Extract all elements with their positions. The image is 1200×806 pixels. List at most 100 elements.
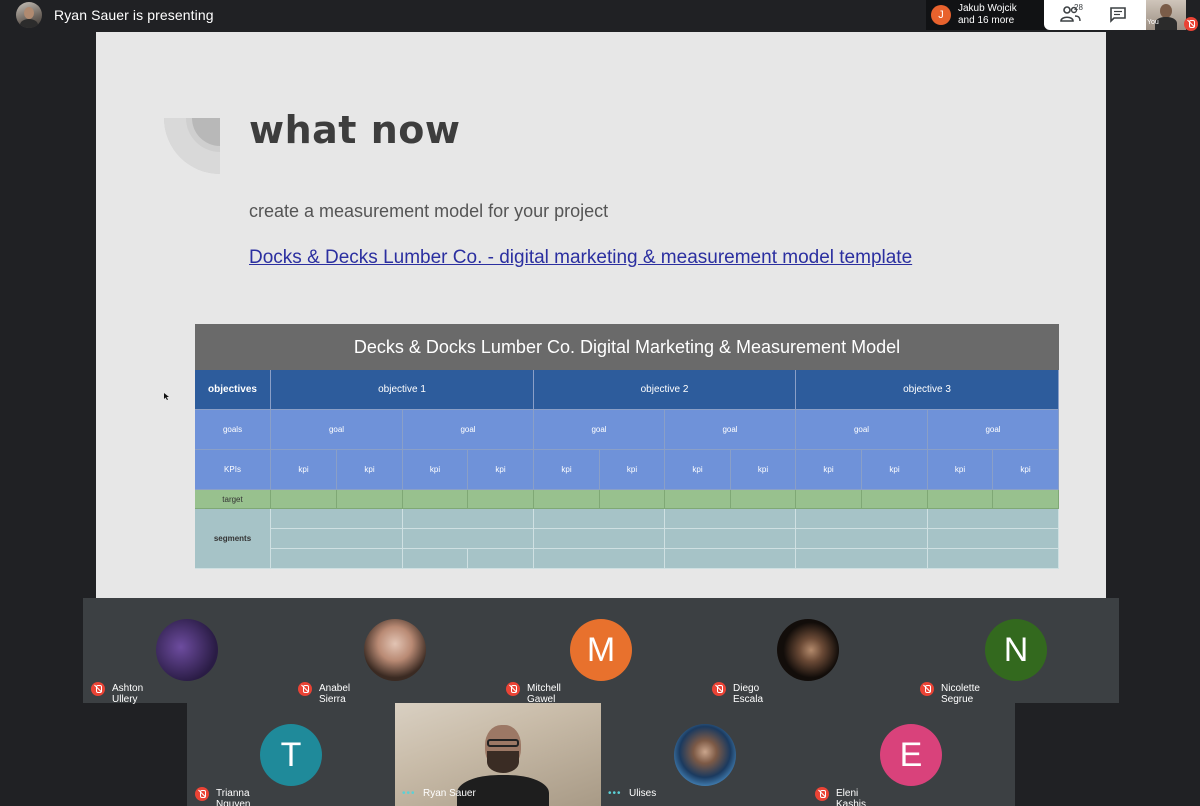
participant-name: Nicolette Segrue	[941, 683, 980, 705]
segment-cell	[403, 509, 534, 529]
segment-cell	[665, 529, 796, 549]
presenting-status: Ryan Sauer is presenting	[54, 7, 214, 23]
presentation-slide: what now create a measurement model for …	[96, 32, 1106, 600]
objective-cell: objective 2	[534, 370, 796, 410]
slide-title: what now	[249, 108, 461, 152]
joined-user-name: Jakub Wojcik	[958, 3, 1017, 14]
goal-cell: goal	[928, 410, 1059, 450]
kpi-cell: kpi	[731, 450, 796, 490]
mic-off-icon	[298, 682, 312, 696]
self-label: You	[1147, 19, 1159, 26]
slide-logo-shape	[164, 118, 220, 174]
goal-cell: goal	[665, 410, 796, 450]
participant-name: Ryan Sauer	[423, 788, 476, 799]
speaking-indicator-icon: •••	[608, 788, 622, 799]
goal-cell: goal	[534, 410, 665, 450]
joined-user-avatar: J	[931, 5, 951, 25]
kpi-cell: kpi	[534, 450, 600, 490]
participant-avatar: T	[260, 724, 322, 786]
segment-cell	[665, 509, 796, 529]
target-cell	[928, 490, 993, 509]
mic-off-icon	[815, 787, 829, 801]
kpi-cell: kpi	[403, 450, 468, 490]
kpi-cell: kpi	[993, 450, 1059, 490]
objective-cell: objective 1	[271, 370, 534, 410]
segment-cell	[534, 549, 665, 569]
goal-cell: goal	[271, 410, 403, 450]
participant-avatar	[156, 619, 218, 681]
table-title: Decks & Docks Lumber Co. Digital Marketi…	[195, 324, 1059, 370]
segment-cell	[796, 549, 928, 569]
meeting-window: Ryan Sauer is presenting J Jakub Wojcik …	[0, 0, 1200, 806]
participant-name: Trianna Nguyen	[216, 788, 251, 806]
mic-off-icon	[506, 682, 520, 696]
participant-name: Ulises	[629, 788, 657, 799]
participant-avatar	[674, 724, 736, 786]
segment-cell	[403, 529, 534, 549]
kpi-cell: kpi	[468, 450, 534, 490]
segment-cell	[796, 529, 928, 549]
kpi-cell: kpi	[796, 450, 862, 490]
segment-cell	[796, 509, 928, 529]
participant-avatar: N	[985, 619, 1047, 681]
participant-name: Anabel Sierra	[319, 683, 351, 705]
row-label-objectives: objectives	[195, 370, 271, 410]
goal-cell: goal	[403, 410, 534, 450]
participant-avatar	[364, 619, 426, 681]
target-cell	[665, 490, 731, 509]
mic-off-icon	[920, 682, 934, 696]
row-label-kpis: KPIs	[195, 450, 271, 490]
kpi-cell: kpi	[337, 450, 403, 490]
participant-avatar: E	[880, 724, 942, 786]
participant-avatar	[777, 619, 839, 681]
row-label-target: target	[195, 490, 271, 509]
slide-subtitle: create a measurement model for your proj…	[249, 201, 609, 221]
joined-more-count: and 16 more	[958, 15, 1015, 26]
chat-icon[interactable]	[1110, 7, 1126, 23]
goal-cell: goal	[796, 410, 928, 450]
segment-cell	[468, 549, 534, 569]
segment-cell	[534, 509, 665, 529]
segment-cell	[928, 549, 1059, 569]
target-cell	[534, 490, 600, 509]
kpi-cell: kpi	[862, 450, 928, 490]
participant-name: Mitchell Gawel	[527, 683, 561, 705]
target-cell	[468, 490, 534, 509]
row-label-segments: segments	[195, 509, 271, 569]
target-cell	[337, 490, 403, 509]
speaking-indicator-icon: •••	[402, 788, 416, 799]
participant-name: Eleni Kashis	[836, 788, 867, 806]
participant-count: 28	[1074, 3, 1083, 12]
mic-off-icon	[712, 682, 726, 696]
segment-cell	[403, 549, 468, 569]
kpi-cell: kpi	[665, 450, 731, 490]
measurement-model-table: Decks & Docks Lumber Co. Digital Marketi…	[195, 324, 1059, 569]
mic-off-icon	[91, 682, 105, 696]
target-cell	[862, 490, 928, 509]
kpi-cell: kpi	[928, 450, 993, 490]
row-label-goals: goals	[195, 410, 271, 450]
segment-cell	[271, 529, 403, 549]
kpi-cell: kpi	[600, 450, 665, 490]
segment-cell	[534, 529, 665, 549]
self-mic-off-icon	[1184, 17, 1198, 31]
segment-cell	[271, 509, 403, 529]
segment-cell	[271, 549, 403, 569]
kpi-cell: kpi	[271, 450, 337, 490]
segment-cell	[928, 529, 1059, 549]
target-cell	[796, 490, 862, 509]
segment-cell	[665, 549, 796, 569]
target-cell	[271, 490, 337, 509]
mic-off-icon	[195, 787, 209, 801]
top-bar: Ryan Sauer is presenting J Jakub Wojcik …	[0, 0, 1200, 31]
template-link[interactable]: Docks & Decks Lumber Co. - digital marke…	[249, 247, 912, 269]
target-cell	[403, 490, 468, 509]
participant-avatar: M	[570, 619, 632, 681]
target-cell	[993, 490, 1059, 509]
target-cell	[600, 490, 665, 509]
participant-name: Ashton Ullery	[112, 683, 144, 705]
presenter-avatar	[16, 2, 42, 28]
participant-name: Diego Escala	[733, 683, 764, 705]
target-cell	[731, 490, 796, 509]
objective-cell: objective 3	[796, 370, 1059, 410]
